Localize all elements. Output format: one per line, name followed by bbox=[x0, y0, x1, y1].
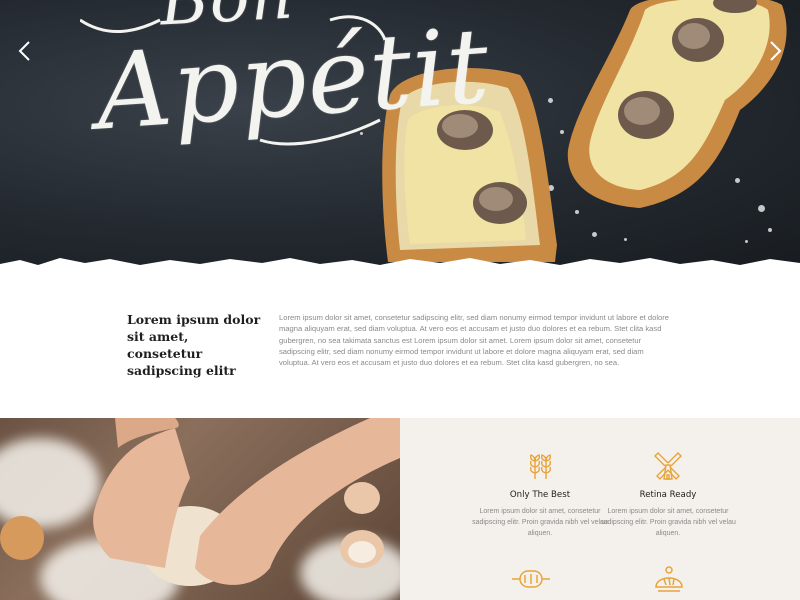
wheat-icon bbox=[529, 454, 552, 479]
torn-paper-edge bbox=[0, 258, 800, 272]
kneading-dough-image bbox=[0, 418, 400, 600]
feature-text: Lorem ipsum dolor sit amet, consetetur s… bbox=[600, 508, 736, 537]
feature-title: Retina Ready bbox=[639, 490, 697, 500]
feature-retina-ready: Retina Ready Lorem ipsum dolor sit amet,… bbox=[593, 451, 743, 539]
rolling-pin-icon bbox=[512, 570, 550, 588]
bread-icon bbox=[655, 566, 683, 592]
slider-next-button[interactable] bbox=[762, 38, 788, 64]
chevron-left-icon bbox=[18, 41, 30, 61]
intro-paragraph: Lorem ipsum dolor sit amet, consetetur s… bbox=[279, 313, 670, 368]
chevron-right-icon bbox=[770, 41, 782, 61]
slider-prev-button[interactable] bbox=[12, 38, 38, 64]
intro-heading: Lorem ipsum dolor sit amet, consetetur s… bbox=[127, 312, 261, 378]
features-panel: Only The Best Lorem ipsum dolor sit amet… bbox=[400, 418, 800, 600]
windmill-icon bbox=[654, 452, 682, 481]
hero-banner: Bon Appétit bbox=[0, 0, 800, 265]
chalk-swash bbox=[80, 15, 387, 146]
